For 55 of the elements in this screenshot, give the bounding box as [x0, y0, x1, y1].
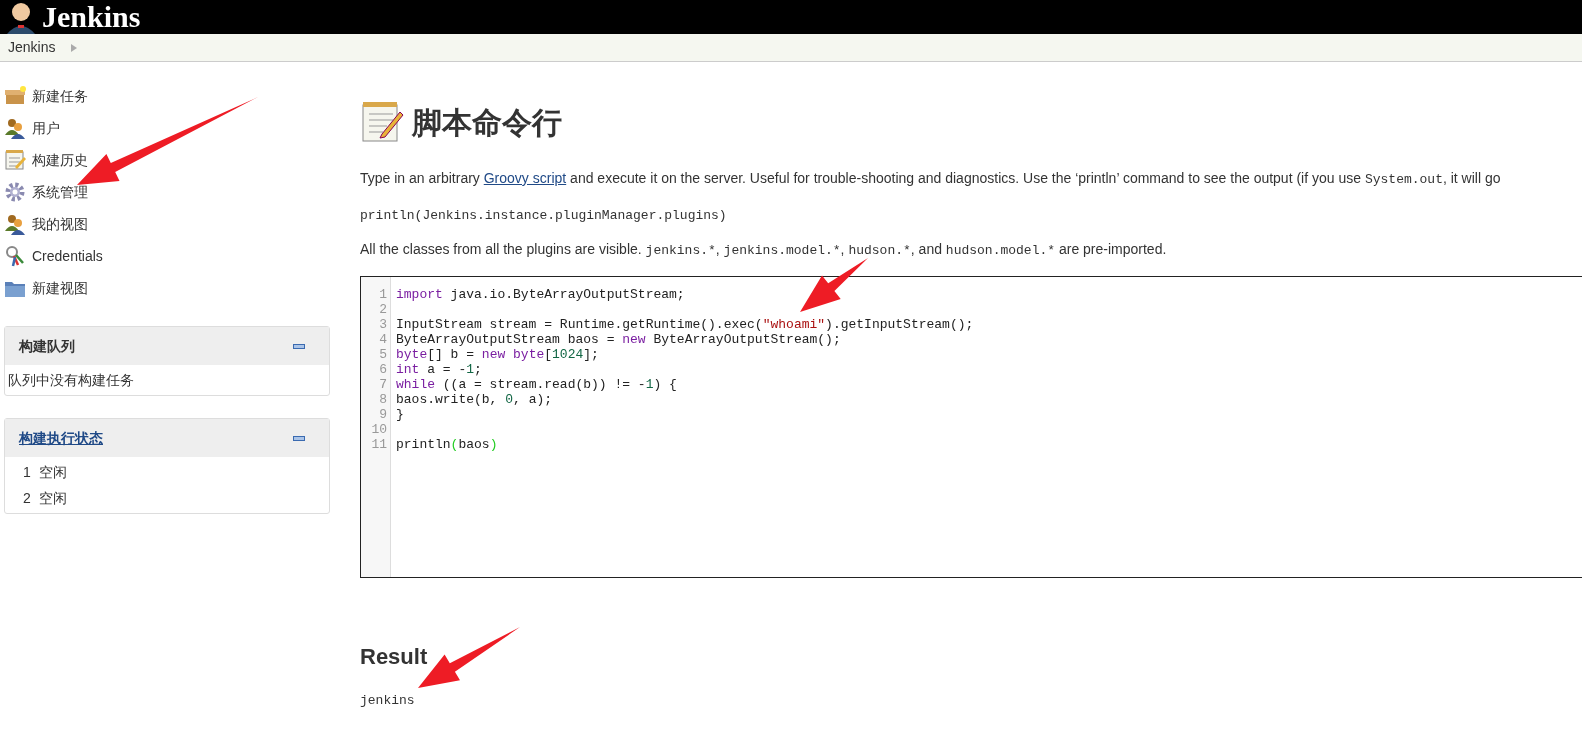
- executor-status: 空闲: [38, 462, 67, 482]
- script-editor[interactable]: [360, 275, 1582, 578]
- code-line: ByteArrayOutputStream baos = new ByteArrayOutputStream();: [396, 331, 842, 347]
- description-text: Type in an arbitrary Groovy script and execute it on the server. Useful for trouble-shooting and diagnostics. Use the ‘println’ command to see the output (if you use System.out, it will go: [360, 169, 1502, 189]
- collapse-icon[interactable]: [293, 343, 305, 349]
- breadcrumb-arrow-icon[interactable]: [71, 43, 78, 52]
- notepad-icon[interactable]: [4, 149, 26, 171]
- code-line: }: [396, 406, 405, 422]
- line-number: 11: [371, 436, 387, 452]
- notepad-pencil-icon: [360, 100, 404, 144]
- code-line: while ((a = stream.read(b)) != -1) {: [396, 376, 678, 392]
- code-line: println(baos): [396, 436, 499, 452]
- sidebar-link[interactable]: 系统管理: [4, 176, 330, 208]
- box-icon[interactable]: [4, 85, 26, 107]
- line-number: 2: [379, 301, 387, 317]
- line-number: 9: [379, 406, 387, 422]
- panel-title: 构建队列: [19, 336, 75, 356]
- line-number: 3: [379, 316, 387, 332]
- gear-icon[interactable]: [4, 181, 26, 203]
- line-number: 1: [379, 286, 387, 302]
- result-heading: Result: [360, 642, 428, 671]
- page-title: 脚本命令行: [412, 104, 562, 141]
- line-number: 4: [379, 331, 387, 347]
- sidebar-link[interactable]: 新建任务: [4, 80, 330, 112]
- code-line: byte[] b = new byte[1024];: [396, 346, 600, 362]
- arrow-annotation: [800, 258, 868, 312]
- sidebar-link[interactable]: Credentials: [4, 240, 330, 272]
- code-line: baos.write(b, 0, a);: [396, 391, 554, 407]
- code-line: int a = -1;: [396, 361, 483, 377]
- line-number: 7: [379, 376, 387, 392]
- executor-status: 空闲: [38, 488, 67, 508]
- code-line: import java.io.ByteArrayOutputStream;: [396, 286, 686, 302]
- queue-empty-text: 队列中没有构建任务: [8, 370, 134, 390]
- sidebar-link[interactable]: 构建历史: [4, 144, 330, 176]
- panel-title-link[interactable]: 构建执行状态: [19, 427, 103, 449]
- people-icon[interactable]: [4, 117, 26, 139]
- line-number: 10: [371, 421, 387, 437]
- groovy-script-link[interactable]: Groovy script: [483, 170, 567, 186]
- imports-note-text: All the classes from all the plugins are visible. jenkins.*, jenkins.model.*, hudson.*, and hudson.model.* are pre-imported.: [360, 240, 1168, 260]
- line-number: 5: [379, 346, 387, 362]
- breadcrumb-link[interactable]: Jenkins: [8, 37, 56, 58]
- code-line: InputStream stream = Runtime.getRuntime().exec("whoami").getInputStream();: [396, 316, 974, 332]
- line-number: 8: [379, 391, 387, 407]
- sidebar-link[interactable]: 我的视图: [4, 208, 330, 240]
- keys-icon[interactable]: [4, 245, 26, 267]
- example-code: println(Jenkins.instance.pluginManager.plugins): [360, 206, 728, 225]
- result-output: jenkins: [360, 691, 416, 710]
- people-icon[interactable]: [4, 213, 26, 235]
- executor-number: 1: [23, 462, 31, 482]
- executor-number: 2: [23, 488, 31, 508]
- app-title[interactable]: Jenkins: [42, 0, 141, 34]
- sidebar-link[interactable]: 用户: [4, 112, 330, 144]
- sidebar-link[interactable]: 新建视图: [4, 272, 330, 304]
- line-number: 6: [379, 361, 387, 377]
- collapse-icon[interactable]: [293, 435, 305, 441]
